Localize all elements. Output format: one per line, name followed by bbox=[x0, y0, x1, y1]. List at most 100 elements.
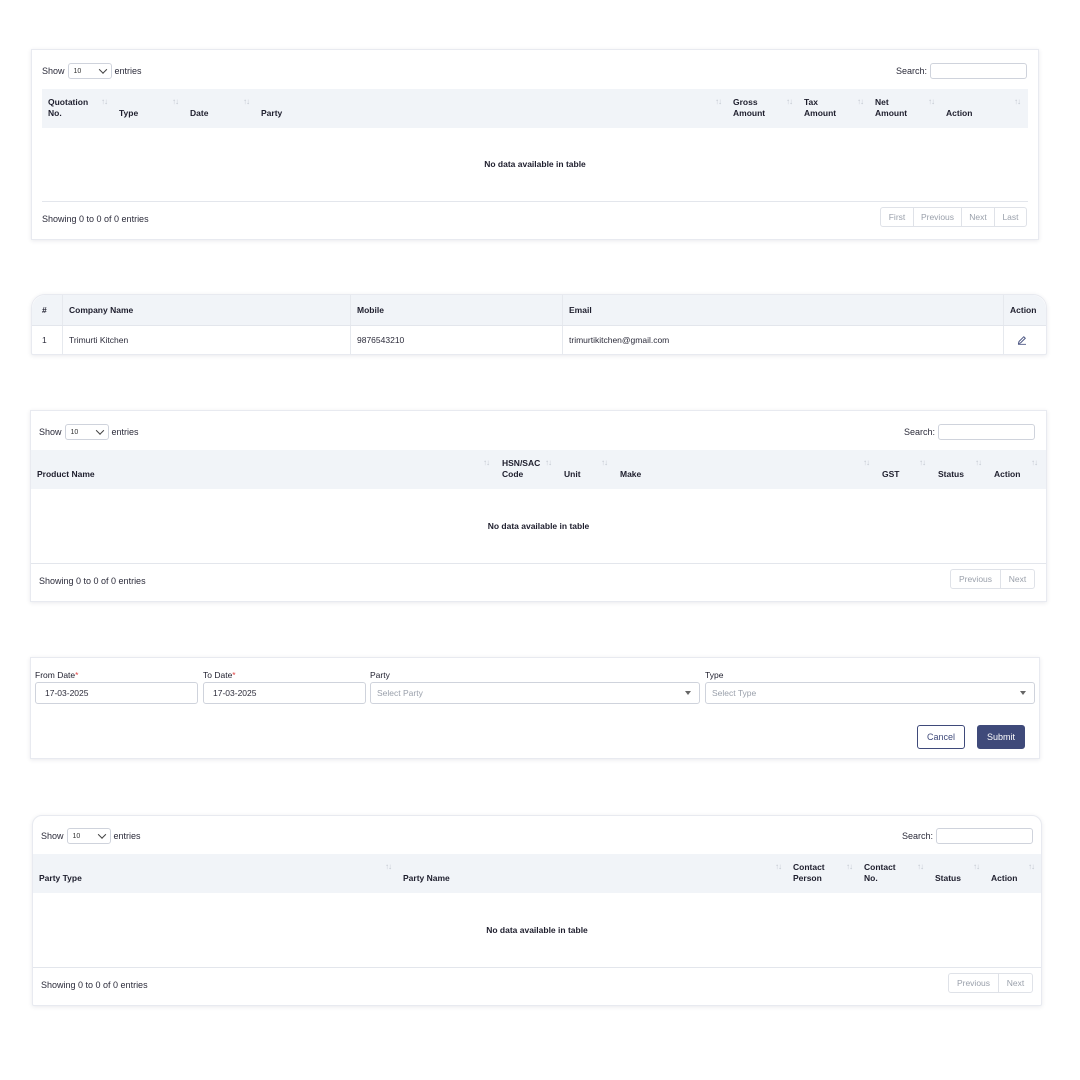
chevron-down-icon bbox=[95, 426, 104, 435]
length-control: Show 10 entries bbox=[42, 63, 142, 79]
search-label: Search: bbox=[895, 66, 927, 76]
column-mobile: Mobile bbox=[357, 305, 384, 315]
sort-icon: ↑↓ bbox=[101, 97, 108, 106]
submit-button[interactable]: Submit bbox=[977, 725, 1025, 749]
type-select[interactable]: Select Type bbox=[705, 682, 1035, 704]
column-type[interactable]: Type bbox=[119, 89, 138, 128]
cancel-button[interactable]: Cancel bbox=[917, 725, 965, 749]
show-label: Show bbox=[41, 831, 64, 841]
entries-length-value: 10 bbox=[72, 832, 81, 840]
sort-icon: ↑↓ bbox=[1028, 862, 1035, 871]
to-date-label: To Date* bbox=[203, 670, 236, 680]
pagination-previous-button[interactable]: Previous bbox=[949, 974, 999, 992]
column-action: Action bbox=[1010, 305, 1037, 315]
sort-icon: ↑↓ bbox=[786, 97, 793, 106]
sort-icon: ↑↓ bbox=[775, 862, 782, 871]
empty-table-message: No data available in table bbox=[484, 159, 586, 169]
length-control: Show 10 entries bbox=[39, 424, 139, 440]
column-tax-amount[interactable]: Tax Amount bbox=[804, 89, 836, 128]
column-gross-amount[interactable]: Gross Amount bbox=[733, 89, 765, 128]
sort-icon: ↑↓ bbox=[928, 97, 935, 106]
column-quotation-no[interactable]: Quotation No. bbox=[48, 89, 112, 128]
column-gst[interactable]: GST bbox=[882, 450, 899, 489]
entries-label: entries bbox=[114, 66, 142, 76]
column-status[interactable]: Status bbox=[938, 450, 964, 489]
search-label: Search: bbox=[901, 831, 933, 841]
column-date[interactable]: Date bbox=[190, 89, 208, 128]
pagination-last-button[interactable]: Last bbox=[995, 208, 1026, 226]
show-label: Show bbox=[42, 66, 65, 76]
sort-icon: ↑↓ bbox=[1031, 458, 1038, 467]
party-select[interactable]: Select Party bbox=[370, 682, 700, 704]
pagination-first-button[interactable]: First bbox=[881, 208, 914, 226]
pagination: Previous Next bbox=[948, 973, 1033, 993]
pagination-previous-button[interactable]: Previous bbox=[914, 208, 962, 226]
column-company-name: Company Name bbox=[69, 305, 134, 315]
column-action[interactable]: Action bbox=[994, 450, 1020, 489]
column-number: # bbox=[42, 305, 47, 315]
cell-mobile: 9876543210 bbox=[357, 335, 405, 345]
sort-icon: ↑↓ bbox=[243, 97, 250, 106]
pagination: Previous Next bbox=[950, 569, 1035, 589]
search-control: Search: bbox=[904, 424, 1035, 440]
entries-length-value: 10 bbox=[70, 428, 79, 436]
search-control: Search: bbox=[902, 828, 1033, 844]
column-make[interactable]: Make bbox=[620, 450, 641, 489]
sort-icon: ↑↓ bbox=[973, 862, 980, 871]
sort-icon: ↑↓ bbox=[601, 458, 608, 467]
table-bottom-border bbox=[31, 563, 1046, 564]
table-header: Quotation No. ↑↓ Type ↑↓ Date ↑↓ Party ↑… bbox=[42, 89, 1028, 128]
from-date-label: From Date* bbox=[35, 670, 79, 680]
cell-email: trimurtikitchen@gmail.com bbox=[569, 335, 670, 345]
pagination-next-button[interactable]: Next bbox=[1001, 570, 1034, 588]
column-net-amount[interactable]: Net Amount bbox=[875, 89, 907, 128]
column-hsn-sac-code[interactable]: HSN/SAC Code bbox=[502, 450, 540, 489]
chevron-down-icon bbox=[98, 65, 107, 74]
column-contact-no[interactable]: Contact No. bbox=[864, 854, 896, 893]
search-control: Search: bbox=[896, 63, 1027, 79]
column-party[interactable]: Party bbox=[261, 89, 282, 128]
search-input[interactable] bbox=[930, 63, 1027, 79]
entries-length-select[interactable]: 10 bbox=[64, 424, 109, 440]
sort-icon: ↑↓ bbox=[846, 862, 853, 871]
pagination-previous-button[interactable]: Previous bbox=[951, 570, 1001, 588]
edit-button[interactable] bbox=[1017, 325, 1029, 355]
search-input[interactable] bbox=[936, 828, 1033, 844]
sort-icon: ↑↓ bbox=[545, 458, 552, 467]
column-unit[interactable]: Unit bbox=[564, 450, 581, 489]
sort-icon: ↑↓ bbox=[715, 97, 722, 106]
sort-icon: ↑↓ bbox=[172, 97, 179, 106]
column-action[interactable]: Action bbox=[991, 854, 1017, 893]
column-action[interactable]: Action bbox=[946, 89, 972, 128]
entries-length-select[interactable]: 10 bbox=[67, 63, 112, 79]
to-date-input[interactable]: 17-03-2025 bbox=[203, 682, 366, 704]
table-header: Party Type ↑↓ Party Name ↑↓ Contact Pers… bbox=[33, 854, 1041, 893]
required-mark: * bbox=[75, 670, 79, 680]
column-party-type[interactable]: Party Type bbox=[39, 854, 82, 893]
sort-icon: ↑↓ bbox=[483, 458, 490, 467]
pagination-next-button[interactable]: Next bbox=[962, 208, 995, 226]
chevron-down-icon bbox=[97, 830, 106, 839]
column-party-name[interactable]: Party Name bbox=[403, 854, 450, 893]
type-placeholder: Select Type bbox=[712, 688, 757, 698]
party-placeholder: Select Party bbox=[377, 688, 423, 698]
company-table-card: # Company Name Mobile Email Action 1 Tri… bbox=[31, 294, 1047, 355]
column-status[interactable]: Status bbox=[935, 854, 961, 893]
show-label: Show bbox=[39, 427, 62, 437]
empty-table-message: No data available in table bbox=[487, 521, 590, 531]
edit-pencil-icon bbox=[1017, 336, 1026, 345]
pagination-next-button[interactable]: Next bbox=[999, 974, 1032, 992]
sort-icon: ↑↓ bbox=[917, 862, 924, 871]
column-contact-person[interactable]: Contact Person bbox=[793, 854, 825, 893]
party-label: Party bbox=[370, 670, 390, 680]
entries-length-value: 10 bbox=[73, 67, 82, 75]
search-input[interactable] bbox=[938, 424, 1035, 440]
header-divider bbox=[32, 325, 1046, 326]
sort-icon: ↑↓ bbox=[857, 97, 864, 106]
entries-length-select[interactable]: 10 bbox=[66, 828, 111, 844]
caret-down-icon bbox=[685, 691, 691, 695]
column-product-name[interactable]: Product Name bbox=[37, 450, 95, 489]
party-table-card: Show 10 entries Search: Party Type ↑↓ Pa… bbox=[32, 815, 1042, 1006]
from-date-input[interactable]: 17-03-2025 bbox=[35, 682, 198, 704]
table-info: Showing 0 to 0 of 0 entries bbox=[39, 576, 146, 586]
